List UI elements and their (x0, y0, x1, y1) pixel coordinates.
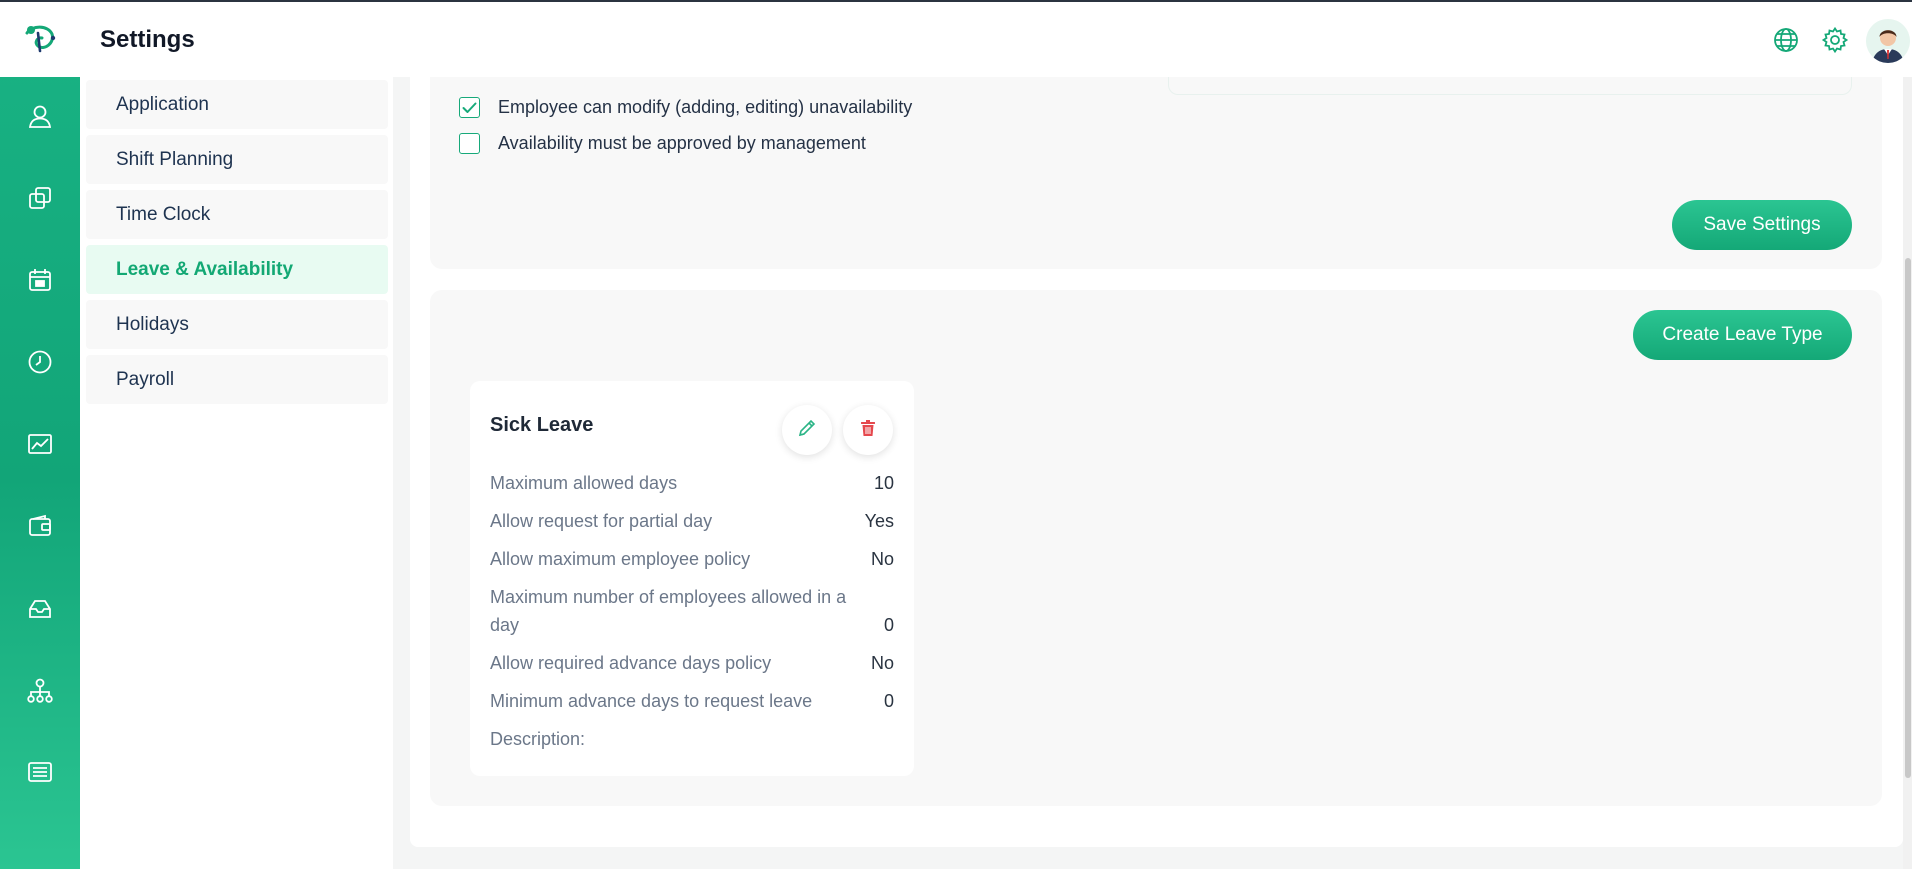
leave-detail-row: Maximum number of employees allowed in a… (490, 583, 894, 639)
copy-icon[interactable] (24, 182, 56, 214)
save-settings-button[interactable]: Save Settings (1672, 200, 1852, 250)
checkbox-checked[interactable] (459, 97, 480, 118)
menu-item-time-clock[interactable]: Time Clock (86, 190, 388, 239)
user-avatar[interactable] (1866, 19, 1910, 63)
leave-detail-row: Allow maximum employee policy No (490, 545, 894, 573)
description-row: Description: (490, 725, 894, 753)
detail-label: Minimum advance days to request leave (490, 691, 813, 711)
leave-type-card: Sick Leave Maximum allowed days 10 Allow… (470, 381, 914, 776)
leave-detail-row: Allow required advance days policy No (490, 649, 894, 677)
org-chart-icon[interactable] (24, 674, 56, 706)
option-availability-approval[interactable]: Availability must be approved by managem… (459, 133, 866, 154)
chart-icon[interactable] (24, 428, 56, 460)
menu-item-label: Leave & Availability (116, 258, 294, 280)
description-label: Description: (490, 729, 586, 749)
leave-detail-row: Minimum advance days to request leave 0 (490, 687, 894, 715)
detail-value: No (870, 549, 894, 569)
logo-container[interactable] (0, 2, 80, 77)
settings-menu: Application Shift Planning Time Clock Le… (80, 77, 393, 869)
globe-icon[interactable] (1770, 24, 1802, 56)
checkbox-unchecked[interactable] (459, 133, 480, 154)
scrollbar-thumb[interactable] (1905, 258, 1911, 778)
leave-detail-row: Maximum allowed days 10 (490, 469, 894, 497)
checkbox-label: Availability must be approved by managem… (498, 133, 866, 153)
detail-label: Allow maximum employee policy (490, 549, 751, 569)
leave-detail-row: Allow request for partial day Yes (490, 507, 894, 535)
menu-item-leave-availability[interactable]: Leave & Availability (86, 245, 388, 294)
menu-item-label: Payroll (116, 368, 175, 390)
detail-value: 0 (883, 691, 894, 711)
wallet-icon[interactable] (24, 510, 56, 542)
delete-button[interactable] (843, 405, 893, 455)
option-employee-modify-unavailability[interactable]: Employee can modify (adding, editing) un… (459, 97, 912, 118)
detail-value: No (870, 653, 894, 673)
main-navigation-rail (0, 2, 80, 869)
gear-icon[interactable] (1819, 24, 1851, 56)
menu-item-label: Holidays (116, 313, 189, 335)
detail-label: Maximum allowed days (490, 473, 678, 493)
detail-label: Allow request for partial day (490, 511, 713, 531)
menu-item-label: Application (116, 93, 209, 115)
detail-value: 10 (873, 473, 894, 493)
leave-type-title: Sick Leave (490, 414, 594, 436)
inbox-icon[interactable] (24, 592, 56, 624)
menu-item-holidays[interactable]: Holidays (86, 300, 388, 349)
pencil-icon (796, 417, 818, 444)
detail-label: Maximum number of employees allowed in a… (490, 587, 847, 635)
create-leave-type-button[interactable]: Create Leave Type (1633, 310, 1852, 360)
top-header: Settings (80, 2, 1912, 77)
menu-item-label: Time Clock (116, 203, 211, 225)
detail-value: Yes (864, 511, 894, 531)
input-field-edge[interactable] (1168, 77, 1852, 95)
trash-icon (858, 418, 878, 443)
page-title: Settings (100, 26, 195, 53)
detail-label: Allow required advance days policy (490, 653, 772, 673)
edit-button[interactable] (782, 405, 832, 455)
list-icon[interactable] (24, 756, 56, 788)
detail-value: 0 (883, 615, 894, 635)
menu-item-shift-planning[interactable]: Shift Planning (86, 135, 388, 184)
clock-icon[interactable] (24, 346, 56, 378)
user-icon[interactable] (24, 100, 56, 132)
menu-item-application[interactable]: Application (86, 80, 388, 129)
checkbox-label: Employee can modify (adding, editing) un… (498, 97, 913, 117)
calendar-icon[interactable] (24, 264, 56, 296)
menu-item-payroll[interactable]: Payroll (86, 355, 388, 404)
menu-item-label: Shift Planning (116, 148, 234, 170)
app-logo-icon (22, 21, 58, 58)
